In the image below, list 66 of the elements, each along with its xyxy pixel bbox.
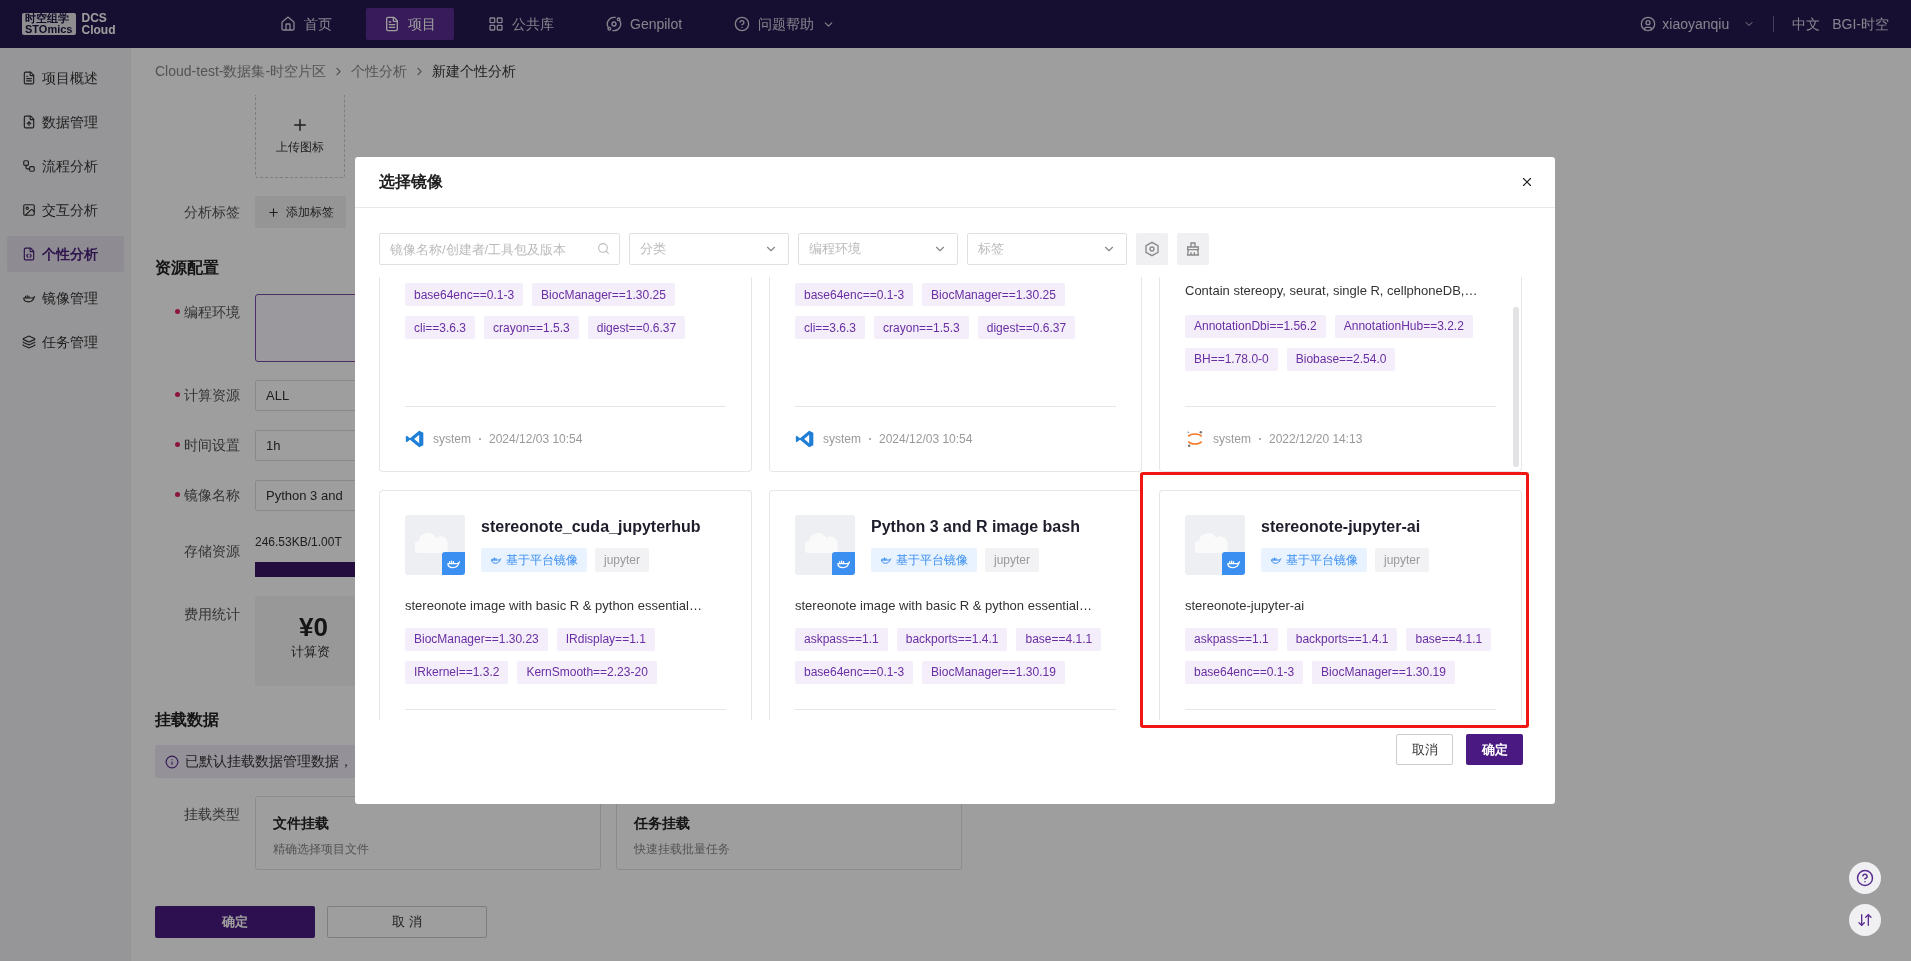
package-tag: base64enc==0.1-3: [795, 283, 914, 306]
package-tag: base==4.1.1: [1016, 627, 1102, 651]
package-tag: base64enc==0.1-3: [1185, 660, 1304, 684]
package-tag: IRdisplay==1.1: [556, 627, 655, 651]
field-label: 费用统计: [184, 605, 240, 624]
type-badge: jupyter: [985, 548, 1040, 572]
package-tag: base64enc==0.1-3: [795, 660, 914, 684]
author-name: system: [823, 431, 861, 448]
field-label: 存储资源: [184, 542, 240, 561]
package-tag: digest==0.6.37: [977, 316, 1076, 339]
package-tag: base==4.1.1: [1406, 627, 1492, 651]
package-tag: BiocManager==1.30.25: [922, 283, 1065, 306]
package-tag: backports==1.4.1: [1286, 627, 1398, 651]
package-tag: cli==3.6.3: [795, 316, 866, 339]
package-tag: BiocManager==1.30.19: [1312, 660, 1455, 684]
field-label: 镜像名称: [184, 486, 240, 505]
package-tag: askpass==1.1: [795, 627, 888, 651]
package-tag: IRkernel==1.3.2: [405, 660, 509, 684]
package-tag: askpass==1.1: [1185, 627, 1278, 651]
package-tag: AnnotationDbi==1.56.2: [1185, 314, 1326, 338]
notice-text: 已默认挂载数据管理数据，: [185, 752, 353, 771]
dialog-title: 选择镜像: [379, 172, 443, 192]
section-heading: 挂载数据: [155, 710, 220, 730]
card-description: Contain stereopy, seurat, single R, cellphoneDB,…: [1185, 282, 1479, 300]
package-tag: Biobase==2.54.0: [1286, 347, 1396, 371]
field-label: 编程环境: [184, 303, 240, 322]
section-heading: 资源配置: [155, 258, 220, 278]
package-tag: BiocManager==1.30.19: [922, 660, 1065, 684]
package-tag: AnnotationHub==3.2.2: [1334, 314, 1473, 338]
logo-text: 时空组学: [25, 13, 70, 24]
package-tag: digest==0.6.37: [587, 316, 686, 339]
author-name: system: [1213, 431, 1251, 448]
author-name: system: [433, 431, 471, 448]
platform-badge: 基于平台镜像: [1261, 548, 1367, 572]
platform-badge: 基于平台镜像: [871, 548, 977, 572]
package-tag: BiocManager==1.30.23: [405, 627, 548, 651]
package-tag: crayon==1.5.3: [484, 316, 579, 339]
type-badge: jupyter: [1375, 548, 1430, 572]
card-description: stereonote image with basic R & python essential…: [795, 597, 1093, 615]
type-badge: jupyter: [595, 548, 650, 572]
package-tag: BiocManager==1.30.25: [532, 283, 675, 306]
package-tag: KernSmooth==2.23-20: [517, 660, 657, 684]
field-label: 时间设置: [184, 436, 240, 455]
platform-badge: 基于平台镜像: [481, 548, 587, 572]
breadcrumb-item: 新建个性分析: [432, 62, 517, 81]
created-date: 2024/12/03 10:54: [879, 431, 973, 448]
package-tag: base64enc==0.1-3: [405, 283, 524, 306]
cost-caption: 计算资: [291, 643, 331, 661]
field-label: 挂载类型: [184, 805, 240, 824]
card-description: stereonote image with basic R & python essential…: [405, 597, 703, 615]
product-name: Cloud: [81, 24, 116, 36]
card-description: stereonote-jupyter-ai: [1185, 597, 1306, 615]
card-title: stereonote-jupyter-ai: [1261, 517, 1422, 537]
logo-text: STOmics: [25, 24, 73, 35]
created-date: 2024/12/03 10:54: [489, 431, 583, 448]
storage-reading: 246.53KB/1.00T: [255, 534, 342, 551]
created-date: 2022/12/20 14:13: [1269, 431, 1363, 448]
product-name: DCS: [81, 12, 108, 24]
card-title: Python 3 and R image bash: [871, 517, 1080, 537]
package-tag: BH==1.78.0-0: [1185, 347, 1278, 371]
card-title: stereonote_cuda_jupyterhub: [481, 517, 701, 537]
field-label: 计算资源: [184, 386, 240, 405]
package-tag: crayon==1.5.3: [874, 316, 969, 339]
package-tag: backports==1.4.1: [896, 627, 1008, 651]
field-label: 分析标签: [184, 202, 240, 222]
package-tag: cli==3.6.3: [405, 316, 476, 339]
